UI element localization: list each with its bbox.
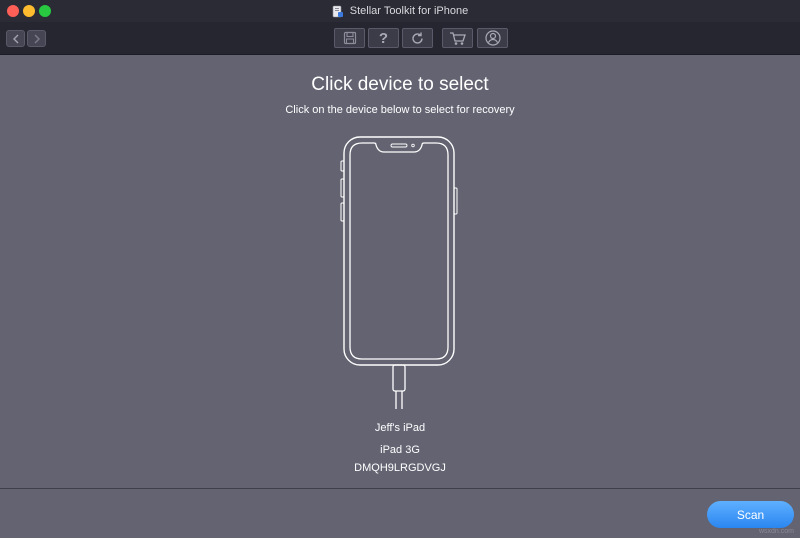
- refresh-icon: [412, 32, 423, 44]
- watermark-text: wsxdn.com: [758, 528, 794, 535]
- help-button[interactable]: ?: [368, 28, 399, 48]
- toolbar: ?: [0, 22, 800, 55]
- user-icon: [484, 30, 501, 46]
- device-model: iPad 3G: [380, 444, 420, 456]
- refresh-button[interactable]: [402, 28, 433, 48]
- forward-icon: [34, 34, 40, 43]
- window-title-group: Stellar Toolkit for iPhone: [0, 3, 800, 19]
- back-button[interactable]: [6, 30, 25, 47]
- save-icon: [343, 31, 356, 45]
- back-icon: [12, 34, 18, 43]
- forward-button[interactable]: [27, 30, 46, 47]
- app-icon: [332, 5, 343, 17]
- device-name: Jeff's iPad: [374, 422, 426, 434]
- save-button[interactable]: [334, 28, 365, 48]
- iphone-device-icon[interactable]: [336, 133, 462, 413]
- cart-icon: [449, 31, 466, 45]
- footer-divider: [0, 488, 800, 489]
- app-window: Stellar Toolkit for iPhone ? Click devic…: [0, 0, 800, 538]
- scan-button[interactable]: Scan: [707, 501, 794, 528]
- title-bar: Stellar Toolkit for iPhone: [0, 0, 800, 22]
- account-button[interactable]: [477, 28, 508, 48]
- window-title: Stellar Toolkit for iPhone: [349, 5, 469, 17]
- page-subtitle: Click on the device below to select for …: [285, 104, 515, 116]
- device-serial: DMQH9LRGDVGJ: [354, 462, 446, 474]
- cart-button[interactable]: [442, 28, 473, 48]
- page-title: Click device to select: [311, 74, 489, 95]
- help-icon: ?: [378, 29, 389, 47]
